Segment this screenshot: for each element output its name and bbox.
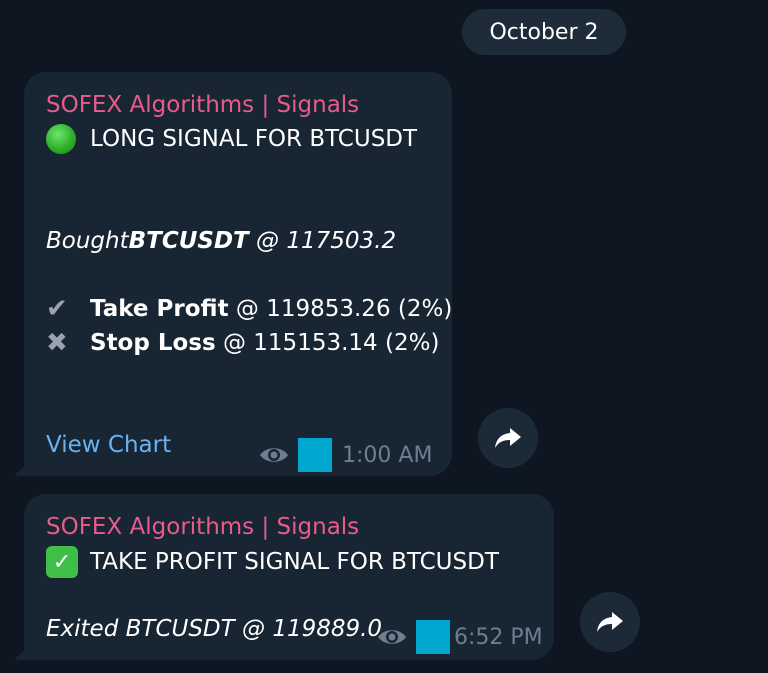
bubble-tail bbox=[14, 646, 28, 660]
take-profit-line: ✔ Take Profit @ 119853.26 (2%) bbox=[46, 294, 452, 324]
heavy-check-icon: ✔ bbox=[46, 294, 68, 324]
message-meta: 1:00 AM bbox=[258, 438, 432, 472]
view-chart-link[interactable]: View Chart bbox=[46, 432, 171, 458]
reaction-block bbox=[298, 438, 332, 472]
exited-line: Exited BTCUSDT @ 119889.0 bbox=[46, 616, 382, 642]
date-separator: October 2 bbox=[462, 9, 626, 55]
message-meta: 6:52 PM bbox=[376, 620, 543, 654]
forward-arrow-icon bbox=[597, 612, 623, 632]
green-circle-icon bbox=[46, 124, 76, 154]
forward-button-2[interactable] bbox=[580, 592, 640, 652]
headline-row: ✓ TAKE PROFIT SIGNAL FOR BTCUSDT bbox=[46, 546, 499, 578]
check-mark-button-icon: ✓ bbox=[46, 546, 78, 578]
heavy-x-icon: ✖ bbox=[46, 328, 68, 358]
message-time: 1:00 AM bbox=[342, 442, 433, 468]
message-bubble-2[interactable]: SOFEX Algorithms | Signals ✓ TAKE PROFIT… bbox=[14, 494, 554, 660]
bought-line: Bought BTCUSDT @ 117503.2 bbox=[46, 228, 396, 254]
bought-prefix: Bought bbox=[46, 228, 129, 254]
headline-text: TAKE PROFIT SIGNAL FOR BTCUSDT bbox=[90, 549, 499, 575]
headline-row: LONG SIGNAL FOR BTCUSDT bbox=[46, 124, 417, 154]
bought-price: @ 117503.2 bbox=[248, 228, 397, 254]
take-profit-value: @ 119853.26 (2%) bbox=[228, 296, 453, 322]
headline-text: LONG SIGNAL FOR BTCUSDT bbox=[90, 126, 418, 152]
reaction-block bbox=[416, 620, 450, 654]
forward-button-1[interactable] bbox=[478, 408, 538, 468]
eye-icon bbox=[378, 630, 406, 644]
date-label: October 2 bbox=[489, 19, 599, 45]
message-bubble-1[interactable]: SOFEX Algorithms | Signals LONG SIGNAL F… bbox=[14, 72, 452, 476]
bubble-tail bbox=[14, 462, 28, 476]
forward-arrow-icon bbox=[495, 428, 521, 448]
stop-loss-line: ✖ Stop Loss @ 115153.14 (2%) bbox=[46, 328, 439, 358]
bought-symbol: BTCUSDT bbox=[128, 228, 249, 254]
eye-icon bbox=[260, 448, 288, 462]
sender-name[interactable]: SOFEX Algorithms | Signals bbox=[46, 92, 359, 118]
sender-name[interactable]: SOFEX Algorithms | Signals bbox=[46, 514, 359, 540]
take-profit-label: Take Profit bbox=[90, 296, 229, 322]
exited-text: Exited BTCUSDT @ 119889.0 bbox=[46, 616, 383, 642]
stop-loss-value: @ 115153.14 (2%) bbox=[215, 330, 440, 356]
message-time: 6:52 PM bbox=[454, 624, 543, 650]
stop-loss-label: Stop Loss bbox=[90, 330, 216, 356]
